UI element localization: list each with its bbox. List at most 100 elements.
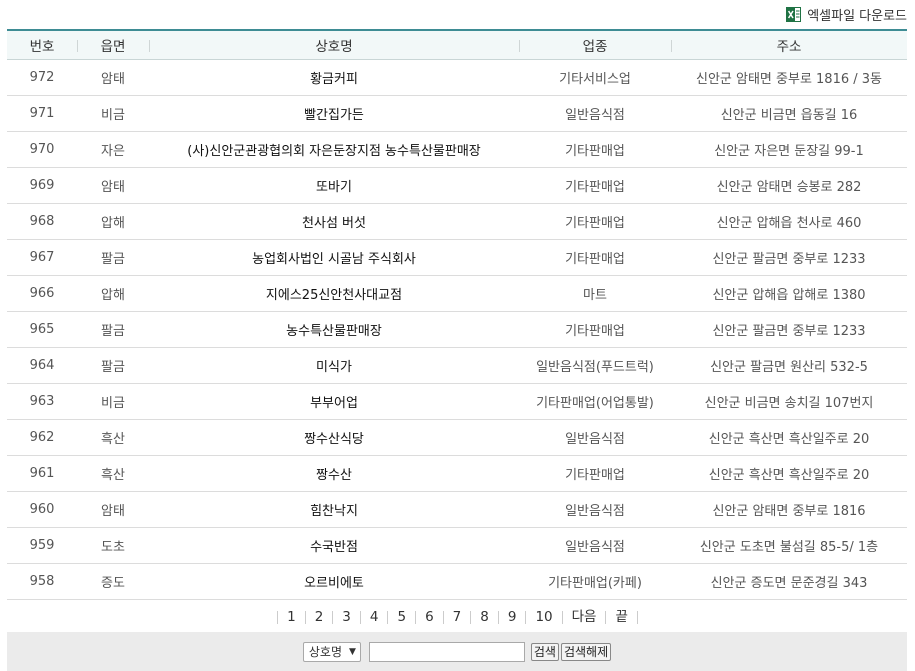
cell-area: 흑산 [101,467,125,483]
table-row: 961 흑산 짱수산 기타판매업 신안군 흑산면 흑산일주로 20 [7,455,907,491]
table-row: 970 자은 (사)신안군관광협의회 자은둔장지점 농수특산물판매장 기타판매업 신안군… [7,131,907,167]
page-link-9[interactable]: 9 [497,610,526,624]
page-link-10[interactable]: 10 [525,610,561,624]
pagination: 1 2 3 4 5 6 7 8 9 10 다음 끝 [0,604,915,630]
cell-business-type: 일반음식점 [565,107,625,123]
cell-address: 신안군 팔금면 중부로 1233 [712,251,866,267]
cell-business-type: 기타판매업 [565,251,625,267]
cell-area: 증도 [101,575,125,591]
search-button[interactable]: 검색 [530,642,559,661]
table-row: 971 비금 빨간집가든 일반음식점 신안군 비금면 읍동길 16 [7,95,907,131]
excel-download-link[interactable]: 엑셀파일 다운로드 [786,5,907,24]
excel-icon [786,7,802,22]
cell-business-type: 일반음식점(푸드트럭) [536,359,654,375]
cell-store-name[interactable]: 짱수산식당 [149,419,519,455]
cell-store-name[interactable]: 미식가 [149,347,519,383]
table-row: 965 팔금 농수특산물판매장 기타판매업 신안군 팔금면 중부로 1233 [7,311,907,347]
cell-address: 신안군 도초면 불섬길 85-5/ 1층 [699,539,879,555]
table-row: 966 압해 지에스25신안천사대교점 마트 신안군 압해읍 압해로 1380 [7,275,907,311]
cell-number: 961 [29,465,55,481]
search-bar: 상호명 ▼ 검색 검색해제 [7,632,907,671]
cell-address: 신안군 압해읍 천사로 460 [716,215,862,231]
cell-store-name[interactable]: 농수특산물판매장 [149,311,519,347]
cell-business-type: 기타판매업(어업통발) [536,395,654,411]
column-header-area: 읍면 [77,30,149,59]
page-link-4[interactable]: 4 [359,610,388,624]
table-row: 968 압해 천사섬 버섯 기타판매업 신안군 압해읍 천사로 460 [7,203,907,239]
column-header-address: 주소 [671,30,907,59]
cell-area: 자은 [101,143,125,159]
chevron-down-icon: ▼ [348,646,356,657]
cell-business-type: 일반음식점 [565,431,625,447]
search-reset-button[interactable]: 검색해제 [560,642,612,661]
page-link-8[interactable]: 8 [470,610,498,624]
cell-store-name[interactable]: 짱수산 [149,455,519,491]
cell-business-type: 일반음식점 [565,539,625,555]
cell-area: 도초 [101,539,125,555]
cell-number: 968 [29,213,55,229]
column-header-name-label: 상호명 [315,38,353,55]
page-link-2[interactable]: 2 [304,610,333,624]
cell-address: 신안군 압해읍 압해로 1380 [712,287,866,303]
search-field-select[interactable]: 상호명 ▼ [302,641,361,662]
cell-business-type: 기타판매업(카페) [548,575,642,591]
page-link-1[interactable]: 1 [277,610,305,624]
search-input[interactable] [368,641,525,662]
column-header-name: 상호명 [149,30,519,59]
table-row: 962 흑산 짱수산식당 일반음식점 신안군 흑산면 흑산일주로 20 [7,419,907,455]
table-row: 967 팔금 농업회사법인 시골남 주식회사 기타판매업 신안군 팔금면 중부로 123… [7,239,907,275]
cell-number: 965 [29,321,55,337]
cell-address: 신안군 암태면 중부로 1816 [712,503,866,519]
cell-area: 암태 [101,179,125,195]
cell-address: 신안군 흑산면 흑산일주로 20 [708,431,870,447]
cell-business-type: 기타판매업 [565,323,625,339]
table-row: 964 팔금 미식가 일반음식점(푸드트럭) 신안군 팔금면 원산리 532-5 [7,347,907,383]
cell-address: 신안군 자은면 둔장길 99-1 [714,143,864,159]
cell-business-type: 마트 [583,287,607,303]
cell-number: 959 [29,537,55,553]
cell-area: 비금 [101,107,125,123]
column-header-address-label: 주소 [776,38,802,55]
cell-number: 963 [29,393,55,409]
cell-area: 흑산 [101,431,125,447]
cell-store-name[interactable]: 빨간집가든 [149,95,519,131]
table-row: 963 비금 부부어업 기타판매업(어업통발) 신안군 비금면 송치길 107번지 [7,383,907,419]
store-table: 번호 읍면 상호명 업종 주소 972 암태 황금커피 기타서비스업 신안군 암태면 중… [7,29,907,600]
cell-number: 962 [29,429,55,445]
cell-store-name[interactable]: 또바기 [149,167,519,203]
page-link-3[interactable]: 3 [332,610,360,624]
table-row: 972 암태 황금커피 기타서비스업 신안군 암태면 중부로 1816 / 3동 [7,59,907,95]
cell-number: 970 [29,141,55,157]
cell-area: 압해 [101,287,125,303]
cell-store-name[interactable]: 수국반점 [149,527,519,563]
cell-store-name[interactable]: 부부어업 [149,383,519,419]
table-row: 959 도초 수국반점 일반음식점 신안군 도초면 불섬길 85-5/ 1층 [7,527,907,563]
page-link-6[interactable]: 6 [415,610,443,624]
column-header-number: 번호 [7,30,77,59]
cell-store-name[interactable]: 힘찬낙지 [149,491,519,527]
cell-store-name[interactable]: 지에스25신안천사대교점 [149,275,519,311]
search-field-select-value: 상호명 [308,645,342,659]
cell-area: 비금 [101,395,125,411]
last-page-link[interactable]: 끝 [605,610,638,624]
cell-store-name[interactable]: 황금커피 [149,59,519,95]
excel-download-label: 엑셀파일 다운로드 [807,9,907,24]
cell-area: 팔금 [101,323,125,339]
cell-store-name[interactable]: 농업회사법인 시골남 주식회사 [149,239,519,275]
page-link-5[interactable]: 5 [387,610,415,624]
cell-store-name[interactable]: 천사섬 버섯 [149,203,519,239]
cell-address: 신안군 증도면 문준경길 343 [710,575,868,591]
cell-address: 신안군 비금면 읍동길 16 [720,107,858,123]
cell-number: 960 [29,501,55,517]
cell-store-name[interactable]: (사)신안군관광협의회 자은둔장지점 농수특산물판매장 [149,131,519,167]
cell-number: 972 [29,69,55,85]
cell-store-name[interactable]: 오르비에토 [149,563,519,599]
cell-address: 신안군 비금면 송치길 107번지 [704,395,874,411]
next-page-link[interactable]: 다음 [561,610,606,624]
store-table-wrapper: 번호 읍면 상호명 업종 주소 972 암태 황금커피 기타서비스업 신안군 암태면 중… [7,29,907,600]
cell-number: 958 [29,573,55,589]
cell-area: 팔금 [101,359,125,375]
cell-area: 암태 [101,503,125,519]
cell-business-type: 기타서비스업 [559,71,631,87]
page-link-7[interactable]: 7 [442,610,471,624]
